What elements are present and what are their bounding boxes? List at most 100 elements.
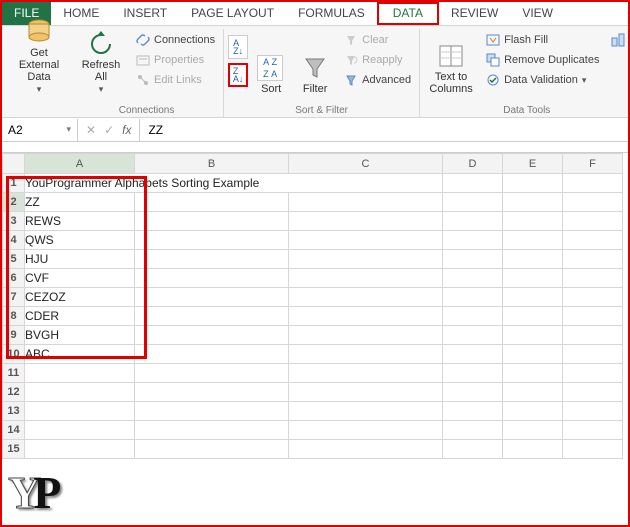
tab-home[interactable]: HOME xyxy=(51,2,111,25)
row-header-12[interactable]: 12 xyxy=(3,383,25,402)
reapply-button[interactable]: Reapply xyxy=(340,51,415,69)
advanced-button[interactable]: Advanced xyxy=(340,71,415,89)
row-header-7[interactable]: 7 xyxy=(3,288,25,307)
cell-D5[interactable] xyxy=(443,250,503,269)
cell-B8[interactable] xyxy=(135,307,289,326)
cell-F9[interactable] xyxy=(563,326,623,345)
tab-data[interactable]: DATA xyxy=(377,2,439,25)
cell-A7[interactable]: CEZOZ xyxy=(25,288,135,307)
cell-C6[interactable] xyxy=(289,269,443,288)
cell-E11[interactable] xyxy=(503,364,563,383)
cell-B14[interactable] xyxy=(135,421,289,440)
cell-E2[interactable] xyxy=(503,193,563,212)
cell-A2[interactable]: ZZ xyxy=(25,193,135,212)
cell-F12[interactable] xyxy=(563,383,623,402)
cell-D10[interactable] xyxy=(443,345,503,364)
cell-F3[interactable] xyxy=(563,212,623,231)
cell-A15[interactable] xyxy=(25,440,135,459)
cell-E3[interactable] xyxy=(503,212,563,231)
cell-D13[interactable] xyxy=(443,402,503,421)
row-header-2[interactable]: 2 xyxy=(3,193,25,212)
cell-D14[interactable] xyxy=(443,421,503,440)
cell-F8[interactable] xyxy=(563,307,623,326)
cell-C10[interactable] xyxy=(289,345,443,364)
cell-C15[interactable] xyxy=(289,440,443,459)
cell-D6[interactable] xyxy=(443,269,503,288)
cell-E13[interactable] xyxy=(503,402,563,421)
fx-icon[interactable]: fx xyxy=(122,123,131,137)
cell-E1[interactable] xyxy=(503,174,563,193)
cell-B11[interactable] xyxy=(135,364,289,383)
formula-input[interactable] xyxy=(140,121,628,139)
get-external-data-button[interactable]: Get External Data xyxy=(12,29,66,95)
cell-C11[interactable] xyxy=(289,364,443,383)
sort-button[interactable]: A ZZ A Sort xyxy=(252,29,290,95)
cell-D11[interactable] xyxy=(443,364,503,383)
cell-C13[interactable] xyxy=(289,402,443,421)
properties-button[interactable]: Properties xyxy=(132,51,219,69)
select-all-corner[interactable] xyxy=(3,154,25,174)
cell-E14[interactable] xyxy=(503,421,563,440)
cell-D4[interactable] xyxy=(443,231,503,250)
row-header-11[interactable]: 11 xyxy=(3,364,25,383)
refresh-all-button[interactable]: Refresh All xyxy=(74,29,128,95)
cell-A1[interactable]: YouProgrammer Alphabets Sorting Example xyxy=(25,174,443,193)
cell-C12[interactable] xyxy=(289,383,443,402)
cell-C4[interactable] xyxy=(289,231,443,250)
cell-C2[interactable] xyxy=(289,193,443,212)
name-box[interactable]: A2 xyxy=(2,119,78,141)
cell-B12[interactable] xyxy=(135,383,289,402)
cell-C5[interactable] xyxy=(289,250,443,269)
cell-D7[interactable] xyxy=(443,288,503,307)
cell-F11[interactable] xyxy=(563,364,623,383)
cell-C14[interactable] xyxy=(289,421,443,440)
row-header-4[interactable]: 4 xyxy=(3,231,25,250)
row-header-1[interactable]: 1 xyxy=(3,174,25,193)
enter-icon[interactable]: ✓ xyxy=(104,123,114,137)
clear-button[interactable]: Clear xyxy=(340,31,415,49)
col-header-B[interactable]: B xyxy=(135,154,289,174)
row-header-9[interactable]: 9 xyxy=(3,326,25,345)
cell-F13[interactable] xyxy=(563,402,623,421)
cell-D15[interactable] xyxy=(443,440,503,459)
tab-formulas[interactable]: FORMULAS xyxy=(286,2,377,25)
cell-F5[interactable] xyxy=(563,250,623,269)
cell-B10[interactable] xyxy=(135,345,289,364)
tab-view[interactable]: VIEW xyxy=(510,2,565,25)
cell-A13[interactable] xyxy=(25,402,135,421)
cell-C9[interactable] xyxy=(289,326,443,345)
tab-insert[interactable]: INSERT xyxy=(111,2,179,25)
cell-B5[interactable] xyxy=(135,250,289,269)
filter-button[interactable]: Filter xyxy=(294,29,336,95)
row-header-10[interactable]: 10 xyxy=(3,345,25,364)
cell-F4[interactable] xyxy=(563,231,623,250)
cell-E7[interactable] xyxy=(503,288,563,307)
cell-E4[interactable] xyxy=(503,231,563,250)
cell-A6[interactable]: CVF xyxy=(25,269,135,288)
cell-D1[interactable] xyxy=(443,174,503,193)
row-header-5[interactable]: 5 xyxy=(3,250,25,269)
cell-C7[interactable] xyxy=(289,288,443,307)
cell-F6[interactable] xyxy=(563,269,623,288)
cell-F14[interactable] xyxy=(563,421,623,440)
cell-D2[interactable] xyxy=(443,193,503,212)
data-validation-button[interactable]: Data Validation ▾ xyxy=(482,71,603,89)
cell-B7[interactable] xyxy=(135,288,289,307)
col-header-E[interactable]: E xyxy=(503,154,563,174)
consolidate-button[interactable] xyxy=(607,31,629,49)
cell-E6[interactable] xyxy=(503,269,563,288)
cell-B9[interactable] xyxy=(135,326,289,345)
cell-B6[interactable] xyxy=(135,269,289,288)
row-header-3[interactable]: 3 xyxy=(3,212,25,231)
connections-button[interactable]: Connections xyxy=(132,31,219,49)
edit-links-button[interactable]: Edit Links xyxy=(132,71,219,89)
cell-F1[interactable] xyxy=(563,174,623,193)
text-to-columns-button[interactable]: Text to Columns xyxy=(424,29,478,95)
cell-A9[interactable]: BVGH xyxy=(25,326,135,345)
row-header-14[interactable]: 14 xyxy=(3,421,25,440)
sort-az-button[interactable]: AZ↓ xyxy=(228,35,248,59)
cell-E12[interactable] xyxy=(503,383,563,402)
cell-D9[interactable] xyxy=(443,326,503,345)
cell-A8[interactable]: CDER xyxy=(25,307,135,326)
cell-D3[interactable] xyxy=(443,212,503,231)
